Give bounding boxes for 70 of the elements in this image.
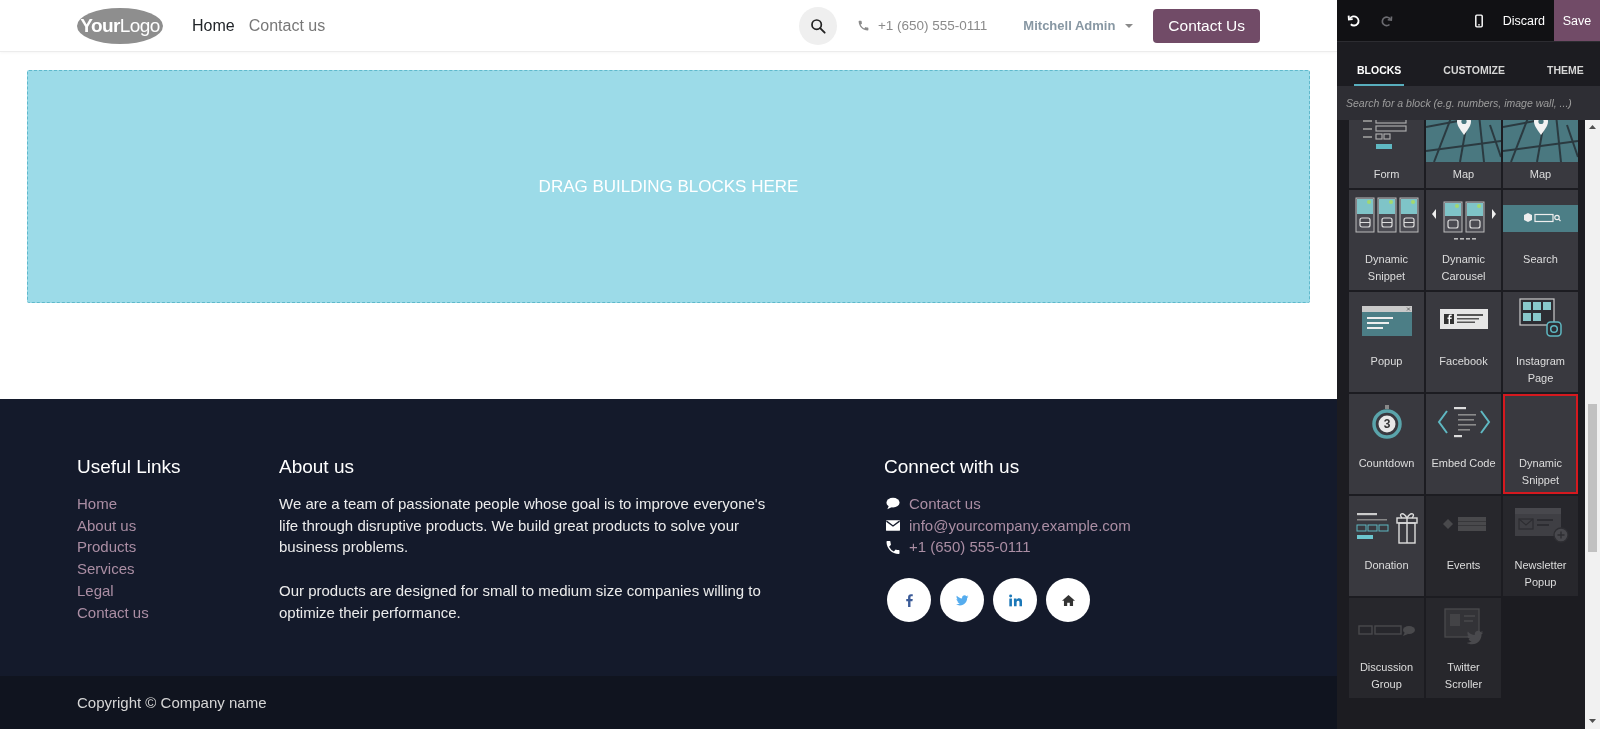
social-button[interactable] <box>887 578 931 623</box>
social-button[interactable] <box>940 578 984 623</box>
footer-heading: Connect with us <box>884 455 1020 479</box>
scrollbar[interactable] <box>1585 120 1600 729</box>
popup-window-icon <box>1361 306 1412 336</box>
phone-icon <box>886 540 900 554</box>
block-tile[interactable]: Embed Code <box>1426 394 1501 494</box>
map-icon <box>1503 120 1578 162</box>
about-paragraph: We are a team of passionate people whose goal is to improve everyone's life through disruptive products. We build great products to solve your business problems. <box>279 494 767 558</box>
footer-link[interactable]: Products <box>77 536 137 559</box>
block-tile[interactable]: Dynamic Snippet <box>1503 394 1578 494</box>
block-tile[interactable]: Map <box>1426 120 1501 188</box>
undo-icon[interactable] <box>1347 14 1360 27</box>
social-button[interactable] <box>993 578 1037 623</box>
caret-icon <box>1125 23 1134 28</box>
discard-button[interactable]: Discard <box>1498 0 1549 42</box>
search-icon <box>809 17 826 34</box>
block-tile[interactable]: Instagram Page <box>1503 292 1578 392</box>
mobile-icon[interactable] <box>1474 13 1483 28</box>
search-button[interactable] <box>798 6 837 45</box>
contact-us-button[interactable]: Contact Us <box>1153 8 1260 43</box>
copyright-text: Copyright © Company name <box>77 694 267 711</box>
block-tile[interactable]: 3 Countdown <box>1349 394 1424 494</box>
nav-link[interactable]: Contact us <box>241 16 333 35</box>
block-tile[interactable]: Form <box>1349 120 1424 188</box>
map-icon <box>1426 120 1501 162</box>
linkedin-icon <box>1008 593 1022 607</box>
block-tile[interactable]: Donation <box>1349 496 1424 596</box>
speech-bubble-icon <box>886 497 900 511</box>
scroll-up-arrow-icon[interactable] <box>1589 125 1596 129</box>
block-tile[interactable]: Map <box>1503 120 1578 188</box>
image-cards-icon <box>1354 197 1419 233</box>
phone-icon <box>856 19 870 32</box>
social-button[interactable] <box>1046 578 1090 623</box>
envelope-card-icon <box>1512 507 1569 543</box>
block-tile[interactable]: Search <box>1503 190 1578 290</box>
panel-tab[interactable]: THEME <box>1544 64 1587 86</box>
footer-link[interactable]: Services <box>77 558 135 580</box>
nav-link[interactable]: Home <box>185 16 242 35</box>
phone-number: +1 (650) 555-0111 <box>877 18 988 33</box>
footer-link[interactable]: Legal <box>77 579 114 602</box>
scrollbar-thumb[interactable] <box>1588 404 1597 552</box>
footer-link[interactable]: Contact us <box>77 601 149 624</box>
email-link[interactable]: info@yourcompany.example.com <box>909 514 1131 537</box>
photo-grid-icon <box>1518 298 1563 338</box>
code-brackets-icon <box>1435 405 1492 439</box>
footer-heading: Useful Links <box>77 455 181 479</box>
bird-icon <box>955 593 969 607</box>
block-tile[interactable]: Dynamic Snippet <box>1349 190 1424 290</box>
envelope-icon <box>886 519 900 533</box>
footer-heading: About us <box>279 455 354 479</box>
facebook-card-icon <box>1439 309 1488 329</box>
block-tile[interactable]: Dynamic Carousel <box>1426 190 1501 290</box>
input-bars-bubble-icon <box>1356 623 1417 637</box>
phone-link[interactable]: +1 (650) 555-0111 <box>909 536 1031 559</box>
search-bar-icon <box>1503 205 1578 232</box>
contact-link[interactable]: Contact us <box>909 493 981 515</box>
scroll-down-arrow-icon[interactable] <box>1589 719 1596 723</box>
panel-tab[interactable]: CUSTOMIZE <box>1440 64 1508 86</box>
house-icon <box>1061 593 1075 607</box>
carousel-icon <box>1431 201 1496 241</box>
footer-link[interactable]: Home <box>77 493 117 515</box>
bird-card-icon <box>1441 607 1486 647</box>
block-search-field[interactable]: Search for a block (e.g. numbers, image wall, ...) <box>1337 86 1600 120</box>
about-paragraph: Our products are designed for small to medium size companies willing to optimize their performance. <box>279 580 762 623</box>
block-tile[interactable]: Popup <box>1349 292 1424 392</box>
block-tile[interactable]: Facebook <box>1426 292 1501 392</box>
footer-link[interactable]: About us <box>77 514 137 537</box>
drop-zone-label: DRAG BUILDING BLOCKS HERE <box>538 176 799 197</box>
save-button[interactable]: Save <box>1554 0 1600 41</box>
